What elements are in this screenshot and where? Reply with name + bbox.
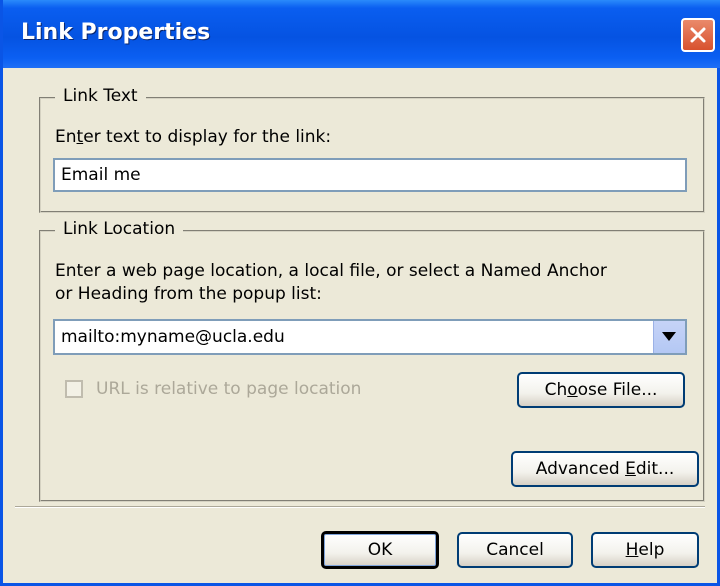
relative-url-checkbox[interactable] [65, 380, 83, 398]
help-label-accel: H [625, 540, 639, 560]
link-location-prompt-line: Enter a web page location, a local file,… [55, 261, 607, 281]
help-button[interactable]: Help [591, 532, 699, 568]
link-location-prompt: Enter a web page location, a local file,… [55, 260, 705, 306]
close-button[interactable] [681, 18, 715, 52]
link-location-value[interactable]: mailto:myname@ucla.edu [61, 327, 285, 347]
dropdown-button[interactable] [653, 321, 685, 353]
choose-file-button[interactable]: Choose File... [517, 372, 685, 408]
link-text-prompt: Enter text to display for the link: [55, 127, 331, 147]
link-text-prompt-part: er text to display for the link: [83, 127, 332, 147]
link-text-group [39, 97, 705, 213]
advanced-edit-label-part: Advanced [535, 459, 626, 479]
link-properties-dialog: Link Properties Link Text Enter text to … [0, 0, 720, 586]
close-icon [690, 27, 706, 43]
advanced-edit-button[interactable]: Advanced Edit... [511, 451, 699, 487]
chevron-down-icon [662, 332, 676, 341]
link-location-prompt-line: or Heading from the popup list: [55, 284, 322, 304]
link-text-input[interactable] [53, 158, 687, 192]
link-location-group-label: Link Location [55, 219, 184, 239]
advanced-edit-label-accel: E [625, 459, 636, 479]
window-title: Link Properties [21, 20, 211, 45]
title-bar[interactable]: Link Properties [3, 0, 720, 68]
link-text-group-label: Link Text [55, 86, 146, 106]
ok-label: OK [367, 540, 393, 560]
link-location-combobox[interactable]: mailto:myname@ucla.edu [53, 319, 687, 355]
dialog-body: Link Text Enter text to display for the … [3, 68, 717, 583]
link-text-prompt-part: En [55, 127, 77, 147]
choose-file-label-part: Ch [544, 380, 568, 400]
cancel-button[interactable]: Cancel [457, 532, 573, 568]
choose-file-label-accel: o [567, 380, 578, 400]
cancel-label: Cancel [486, 540, 544, 560]
ok-button[interactable]: OK [321, 531, 439, 569]
choose-file-label-part: ose File... [577, 380, 658, 400]
advanced-edit-label-part: dit... [635, 459, 675, 479]
help-label-part: elp [638, 540, 665, 560]
relative-url-label: URL is relative to page location [96, 379, 362, 399]
divider [15, 506, 705, 508]
